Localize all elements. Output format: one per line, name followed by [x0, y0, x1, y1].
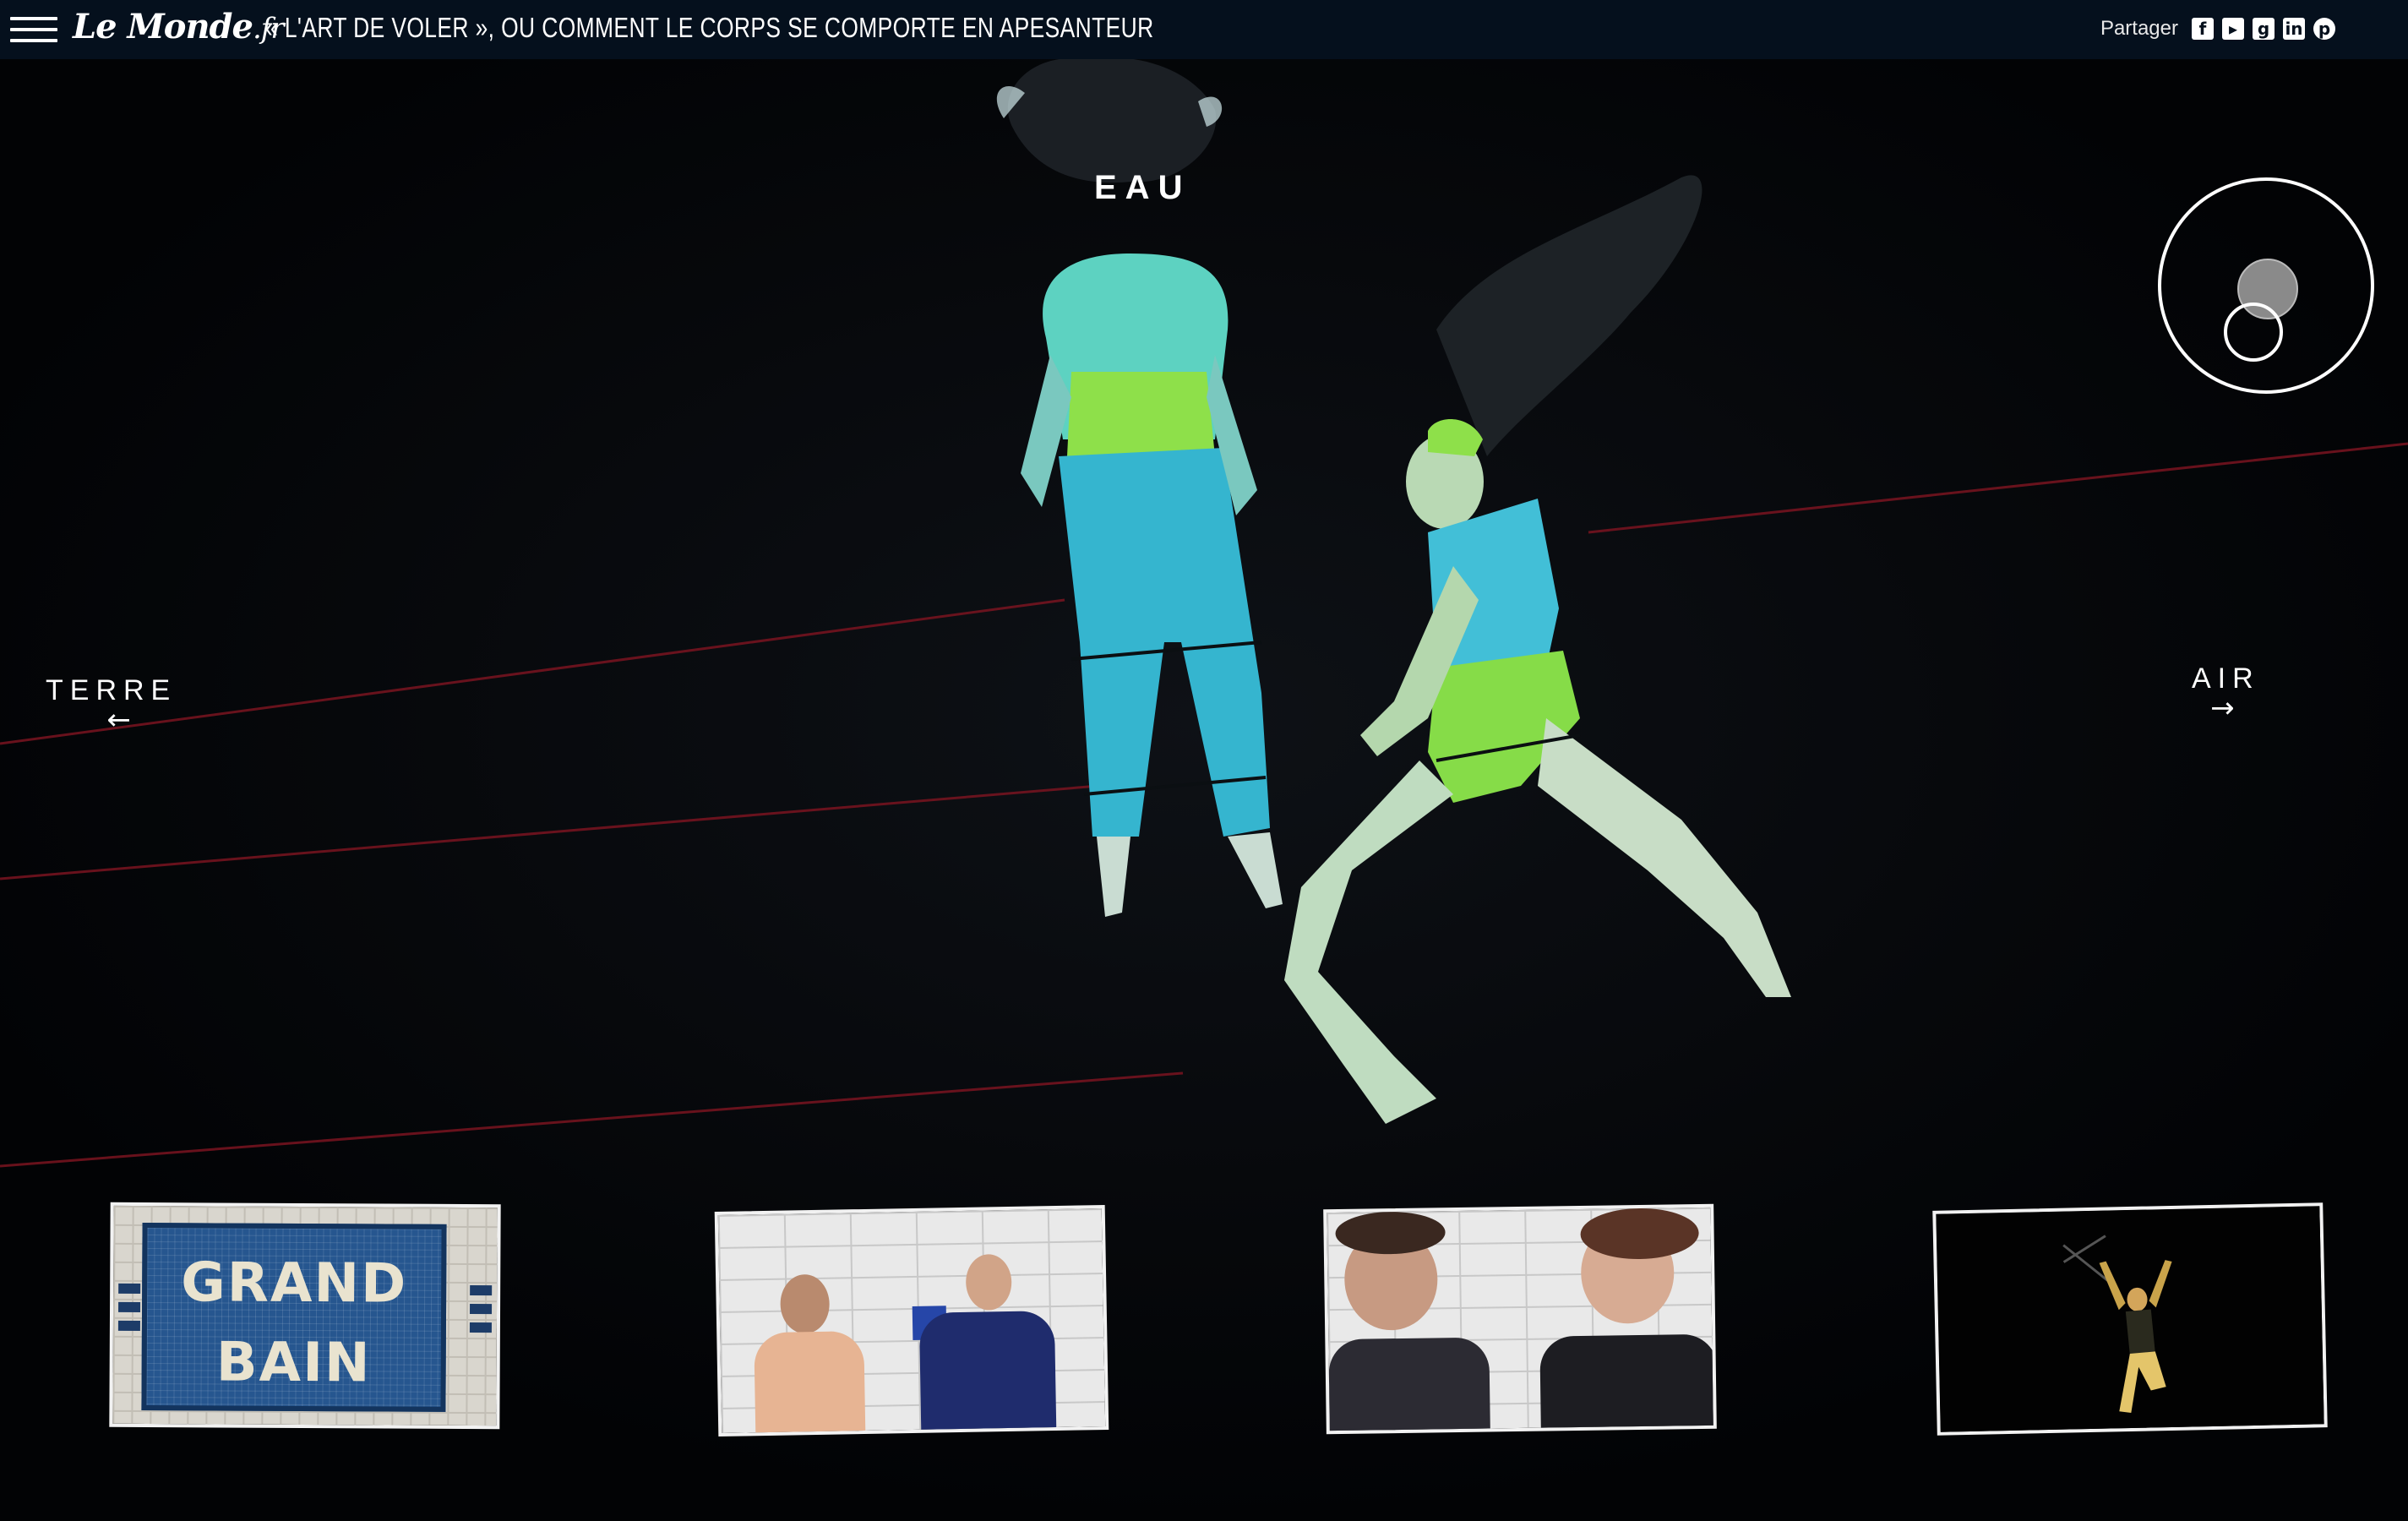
logo-text: Le Monde: [73, 7, 253, 46]
linkedin-icon[interactable]: in: [2283, 18, 2305, 40]
nav-air-button[interactable]: AIR →: [2192, 662, 2260, 722]
mosaic-sign: GRAND BAIN: [141, 1222, 447, 1412]
mosaic-stripes: [469, 1285, 493, 1349]
top-bar: Le Monde.fr « L'ART DE VOLER », OU COMME…: [0, 0, 2408, 59]
nav-terre-button[interactable]: TERRE ←: [46, 674, 177, 737]
performer-illustration: [1936, 1206, 2328, 1436]
thumbnail-interview-women[interactable]: [1323, 1203, 1717, 1435]
mosaic-stripes: [117, 1283, 141, 1348]
mosaic-text-line2: BAIN: [215, 1331, 372, 1395]
twitter-icon[interactable]: ▸: [2222, 18, 2244, 40]
share-bar: Partager f ▸ g in p: [2100, 17, 2335, 41]
arrow-left-icon: ←: [106, 703, 131, 737]
thumbnail-aerial-performer[interactable]: [1932, 1202, 2328, 1436]
thumbnail-interview-duo[interactable]: [714, 1204, 1109, 1437]
section-title: EAU: [1094, 169, 1191, 206]
arrow-right-icon: →: [2210, 691, 2235, 725]
share-label: Partager: [2100, 17, 2178, 40]
pinterest-icon[interactable]: p: [2313, 18, 2335, 40]
google-plus-icon[interactable]: g: [2253, 18, 2275, 40]
facebook-icon[interactable]: f: [2192, 18, 2214, 40]
article-headline: « L'ART DE VOLER », OU COMMENT LE CORPS …: [265, 12, 1154, 43]
site-logo[interactable]: Le Monde.fr: [73, 7, 285, 46]
mosaic-text-line1: GRAND: [180, 1251, 408, 1316]
thumbnail-grand-bain[interactable]: GRAND BAIN: [109, 1202, 501, 1430]
menu-icon[interactable]: [10, 17, 57, 47]
navigation-joystick[interactable]: [2158, 177, 2374, 394]
joystick-handle[interactable]: [2224, 303, 2283, 362]
